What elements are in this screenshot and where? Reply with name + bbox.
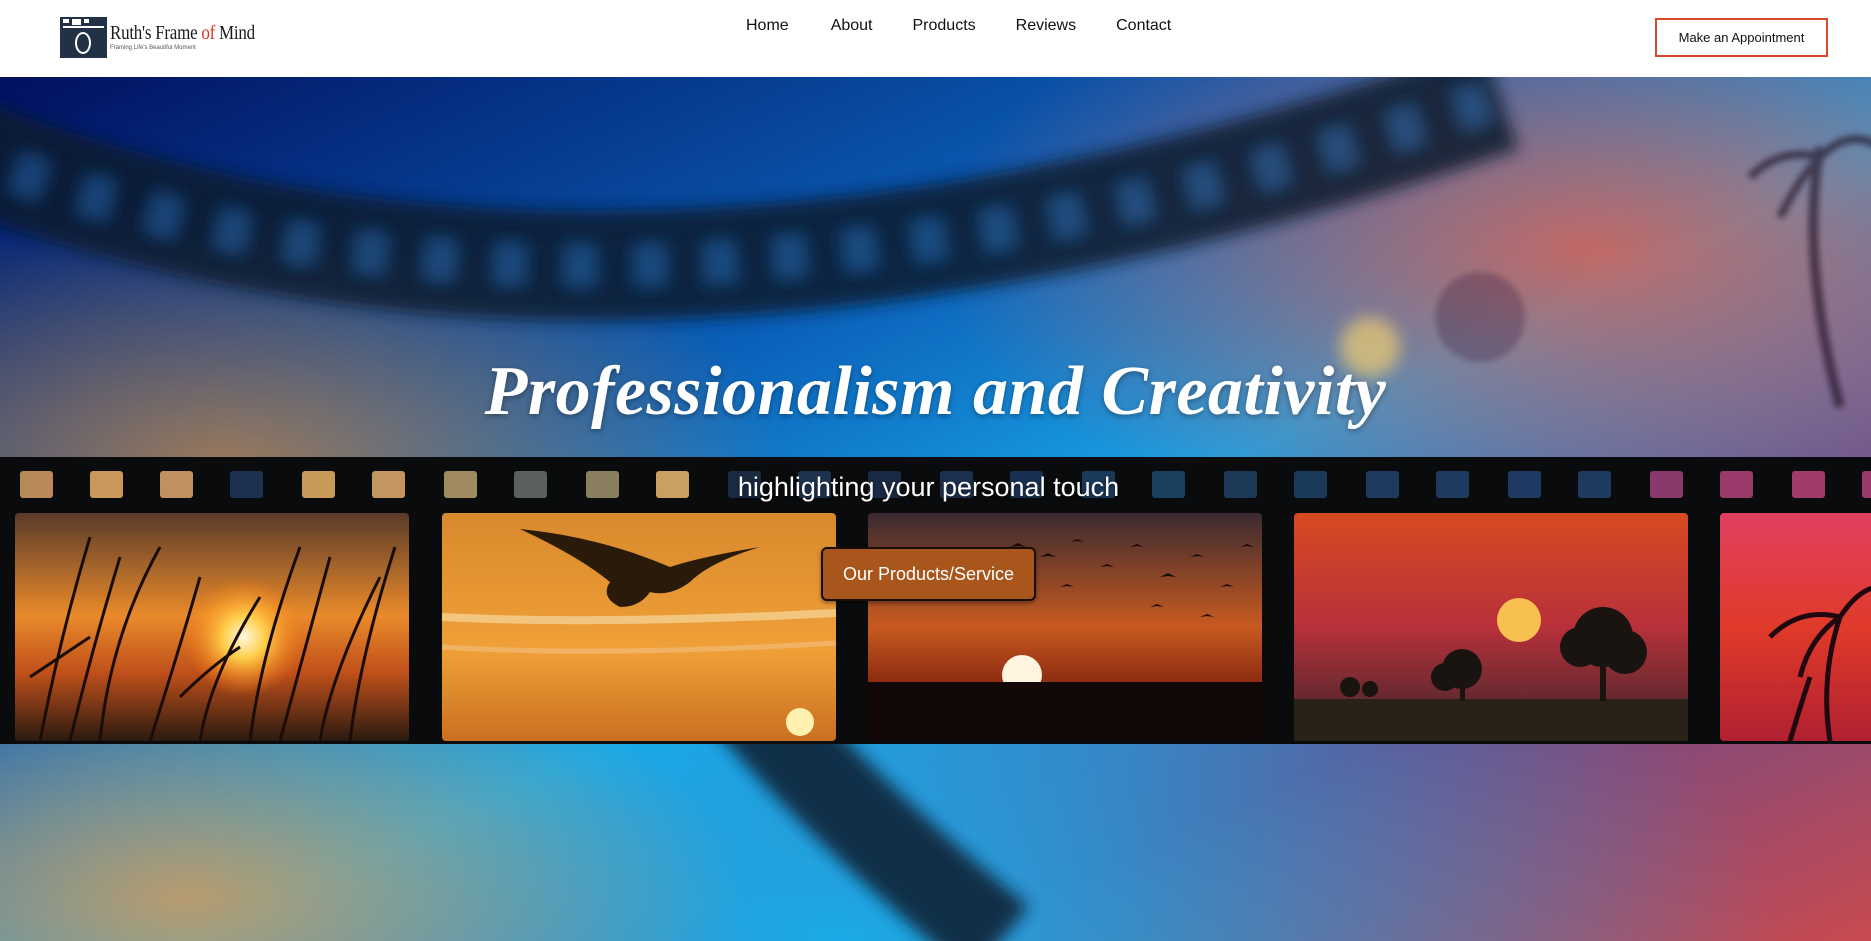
film-frame-savanna-sunset [1294, 513, 1688, 741]
hero-subtitle: highlighting your personal touch [737, 472, 1120, 502]
hero-title: Professionalism and Creativity [484, 353, 1387, 430]
film-frame-seagull [441, 513, 837, 741]
logo-name-part1: Ruth's Frame [110, 21, 202, 44]
products-service-button[interactable]: Our Products/Service [821, 547, 1036, 601]
logo-name: Ruth's Frame of Mind [110, 23, 255, 43]
make-appointment-button[interactable]: Make an Appointment [1655, 18, 1828, 57]
logo-name-of: of [201, 21, 216, 44]
logo-name-part2: Mind [215, 21, 255, 44]
nav-products[interactable]: Products [913, 16, 976, 36]
logo[interactable]: Ruth's Frame of Mind Framing Life's Beau… [60, 16, 280, 58]
film-frame-palms-sunset [1720, 513, 1871, 742]
hero-section: Professionalism and Creativity highlight… [0, 77, 1871, 941]
nav-contact[interactable]: Contact [1116, 16, 1171, 36]
main-nav: Home About Products Reviews Contact [746, 16, 1171, 36]
logo-tagline: Framing Life's Beautiful Moment [110, 44, 196, 51]
nav-about[interactable]: About [831, 16, 873, 36]
nav-reviews[interactable]: Reviews [1016, 16, 1076, 36]
nav-home[interactable]: Home [746, 16, 789, 36]
logo-text: Ruth's Frame of Mind Framing Life's Beau… [110, 23, 280, 52]
hero-background-image [0, 77, 1871, 941]
site-header: Ruth's Frame of Mind Framing Life's Beau… [0, 0, 1871, 77]
film-frame-sunset-grass [15, 513, 409, 742]
camera-logo-icon [60, 16, 107, 58]
